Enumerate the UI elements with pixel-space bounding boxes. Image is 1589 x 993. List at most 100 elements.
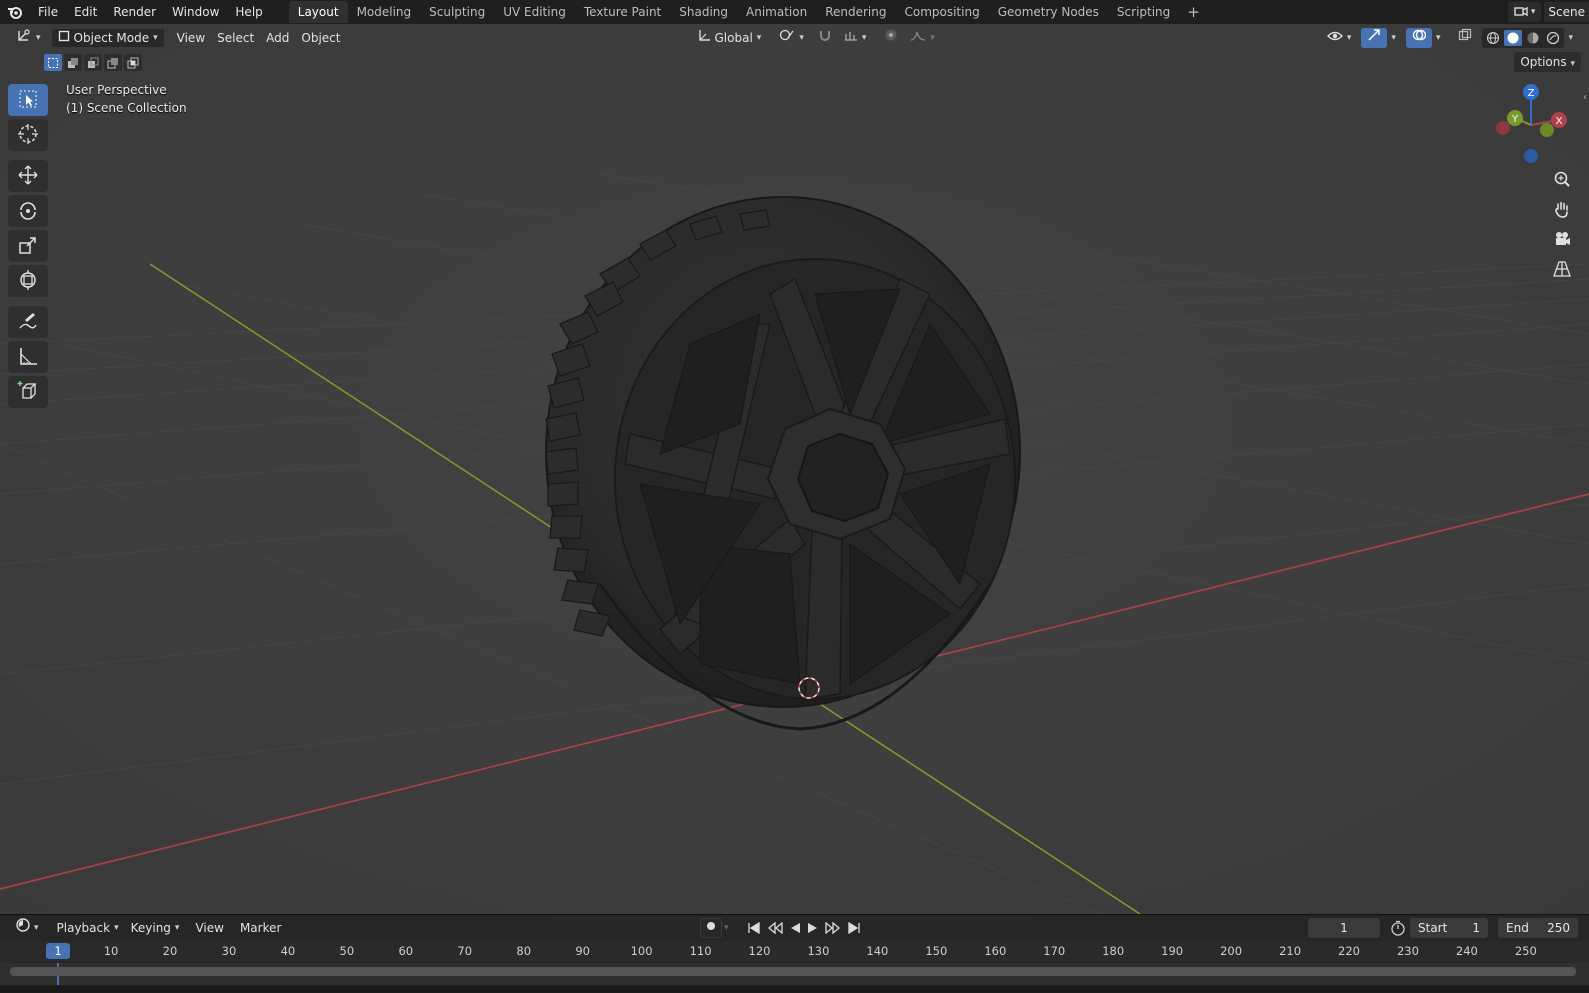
tab-texture-paint[interactable]: Texture Paint <box>575 1 670 23</box>
editor-type-button[interactable]: ▾ <box>10 28 47 48</box>
chevron-down-icon[interactable]: ▾ <box>1391 33 1396 43</box>
ruler-tick-label: 150 <box>925 944 948 958</box>
ruler-tick-label: 180 <box>1102 944 1125 958</box>
end-frame-field[interactable]: End 250 <box>1498 918 1578 938</box>
falloff-dropdown[interactable]: ▾ <box>904 28 941 48</box>
select-intersect-icon[interactable] <box>124 54 142 71</box>
select-box-tool[interactable] <box>8 84 48 116</box>
scene-name-field[interactable]: Scene <box>1544 2 1589 22</box>
cursor-tool[interactable] <box>8 119 48 151</box>
tab-uv-editing[interactable]: UV Editing <box>494 1 575 23</box>
perspective-toggle-icon[interactable] <box>1549 256 1575 282</box>
chevron-down-icon: ▾ <box>756 33 762 43</box>
pivot-point-dropdown[interactable]: ▾ <box>773 28 810 48</box>
scale-icon <box>17 234 39 259</box>
menu-object[interactable]: Object <box>295 28 346 48</box>
jump-start-icon[interactable] <box>745 918 763 938</box>
measure-tool[interactable] <box>8 341 48 373</box>
jump-keyframe-back-icon[interactable] <box>765 918 785 938</box>
tab-layout[interactable]: Layout <box>288 1 348 23</box>
menu-select[interactable]: Select <box>211 28 260 48</box>
tab-scripting[interactable]: Scripting <box>1108 1 1179 23</box>
scene-browse-button[interactable]: ▾ <box>1507 2 1542 22</box>
timeline-scrollbar[interactable] <box>10 967 1576 976</box>
add-workspace-button[interactable]: + <box>1179 3 1208 21</box>
chevron-down-icon: ▾ <box>1346 33 1352 43</box>
ruler-tick-label: 130 <box>807 944 830 958</box>
xray-toggle[interactable] <box>1452 28 1478 48</box>
timeline-editor-type-button[interactable]: ▾ <box>10 918 45 938</box>
options-label: Options <box>1520 55 1567 69</box>
top-bar: File Edit Render Window Help Layout Mode… <box>0 0 1589 24</box>
tab-rendering[interactable]: Rendering <box>816 1 895 23</box>
visibility-dropdown[interactable]: ▾ <box>1321 28 1358 48</box>
material-preview-icon[interactable] <box>1524 30 1542 46</box>
timeline-view-menu[interactable]: View <box>189 918 229 938</box>
chevron-down-icon[interactable]: ▾ <box>724 923 729 933</box>
annotate-tool[interactable] <box>8 306 48 338</box>
frame-ruler[interactable]: 1 10 20 30 40 50 60 70 80 90 100 110 120 130 140 150 16… <box>0 941 1589 963</box>
annotate-icon <box>17 310 39 335</box>
select-difference-icon[interactable] <box>104 54 122 71</box>
object-mode-dropdown[interactable]: Object Mode ▾ <box>50 28 165 48</box>
cursor-icon <box>17 123 39 148</box>
tab-modeling[interactable]: Modeling <box>348 1 421 23</box>
options-dropdown[interactable]: Options ▾ <box>1514 52 1581 72</box>
current-frame-field[interactable]: 1 <box>1308 918 1380 938</box>
menu-help[interactable]: Help <box>227 0 270 24</box>
snap-target-dropdown[interactable]: ▾ <box>838 28 873 48</box>
menu-edit[interactable]: Edit <box>66 0 105 24</box>
play-icon[interactable] <box>805 918 821 938</box>
camera-view-icon[interactable] <box>1549 226 1575 252</box>
add-cube-tool[interactable] <box>8 376 48 408</box>
navigation-gizmo[interactable]: Z Y X <box>1491 80 1571 166</box>
marker-menu[interactable]: Marker <box>234 918 287 938</box>
solid-shading-icon[interactable] <box>1504 30 1523 46</box>
3d-viewport[interactable]: ▾ Object Mode ▾ View Select Add Object G… <box>0 24 1589 914</box>
current-frame-badge[interactable]: 1 <box>46 943 70 959</box>
viewport-canvas[interactable] <box>0 24 1589 914</box>
transform-tool[interactable] <box>8 265 48 297</box>
menu-file[interactable]: File <box>30 0 66 24</box>
start-frame-field[interactable]: Start 1 <box>1410 918 1488 938</box>
proportional-editing-toggle[interactable] <box>878 28 904 48</box>
scale-tool[interactable] <box>8 230 48 262</box>
menu-window[interactable]: Window <box>164 0 227 24</box>
auto-keying-toggle[interactable] <box>700 918 722 938</box>
menu-render[interactable]: Render <box>105 0 164 24</box>
playback-menu[interactable]: Playback ▾ <box>51 918 125 938</box>
preview-range-icon[interactable] <box>1388 918 1408 938</box>
tab-compositing[interactable]: Compositing <box>895 1 988 23</box>
overlays-toggle[interactable] <box>1405 28 1432 48</box>
tab-animation[interactable]: Animation <box>737 1 816 23</box>
status-bar <box>0 986 1589 993</box>
tab-shading[interactable]: Shading <box>670 1 737 23</box>
proportional-editing-icon <box>884 28 898 48</box>
jump-end-icon[interactable] <box>845 918 863 938</box>
tab-sculpting[interactable]: Sculpting <box>420 1 494 23</box>
timeline-editor: ▾ Playback ▾ Keying ▾ View Marker ▾ 1 Star… <box>0 914 1589 993</box>
select-extend-icon[interactable] <box>64 54 82 71</box>
rotate-tool[interactable] <box>8 195 48 227</box>
snap-toggle[interactable] <box>812 28 838 48</box>
select-subtract-icon[interactable] <box>84 54 102 71</box>
move-tool[interactable] <box>8 160 48 192</box>
play-reverse-icon[interactable] <box>787 918 803 938</box>
gizmo-toggle[interactable] <box>1361 28 1388 48</box>
zoom-icon[interactable] <box>1549 166 1575 192</box>
rendered-shading-icon[interactable] <box>1544 30 1562 46</box>
jump-keyframe-forward-icon[interactable] <box>823 918 843 938</box>
record-icon <box>705 918 717 938</box>
select-new-icon[interactable] <box>44 54 62 71</box>
blender-logo-icon[interactable] <box>0 0 30 24</box>
chevron-down-icon[interactable]: ▾ <box>1568 33 1573 43</box>
pan-hand-icon[interactable] <box>1549 196 1575 222</box>
menu-add[interactable]: Add <box>260 28 295 48</box>
tab-geometry-nodes[interactable]: Geometry Nodes <box>989 1 1108 23</box>
chevron-down-icon[interactable]: ▾ <box>1436 33 1441 43</box>
keying-menu[interactable]: Keying ▾ <box>125 918 186 938</box>
sidebar-toggle-arrow-icon[interactable]: ‹ <box>1583 92 1587 103</box>
wireframe-shading-icon[interactable] <box>1484 30 1502 46</box>
transform-orientation-dropdown[interactable]: Global ▾ <box>691 28 768 48</box>
menu-view[interactable]: View <box>171 28 211 48</box>
